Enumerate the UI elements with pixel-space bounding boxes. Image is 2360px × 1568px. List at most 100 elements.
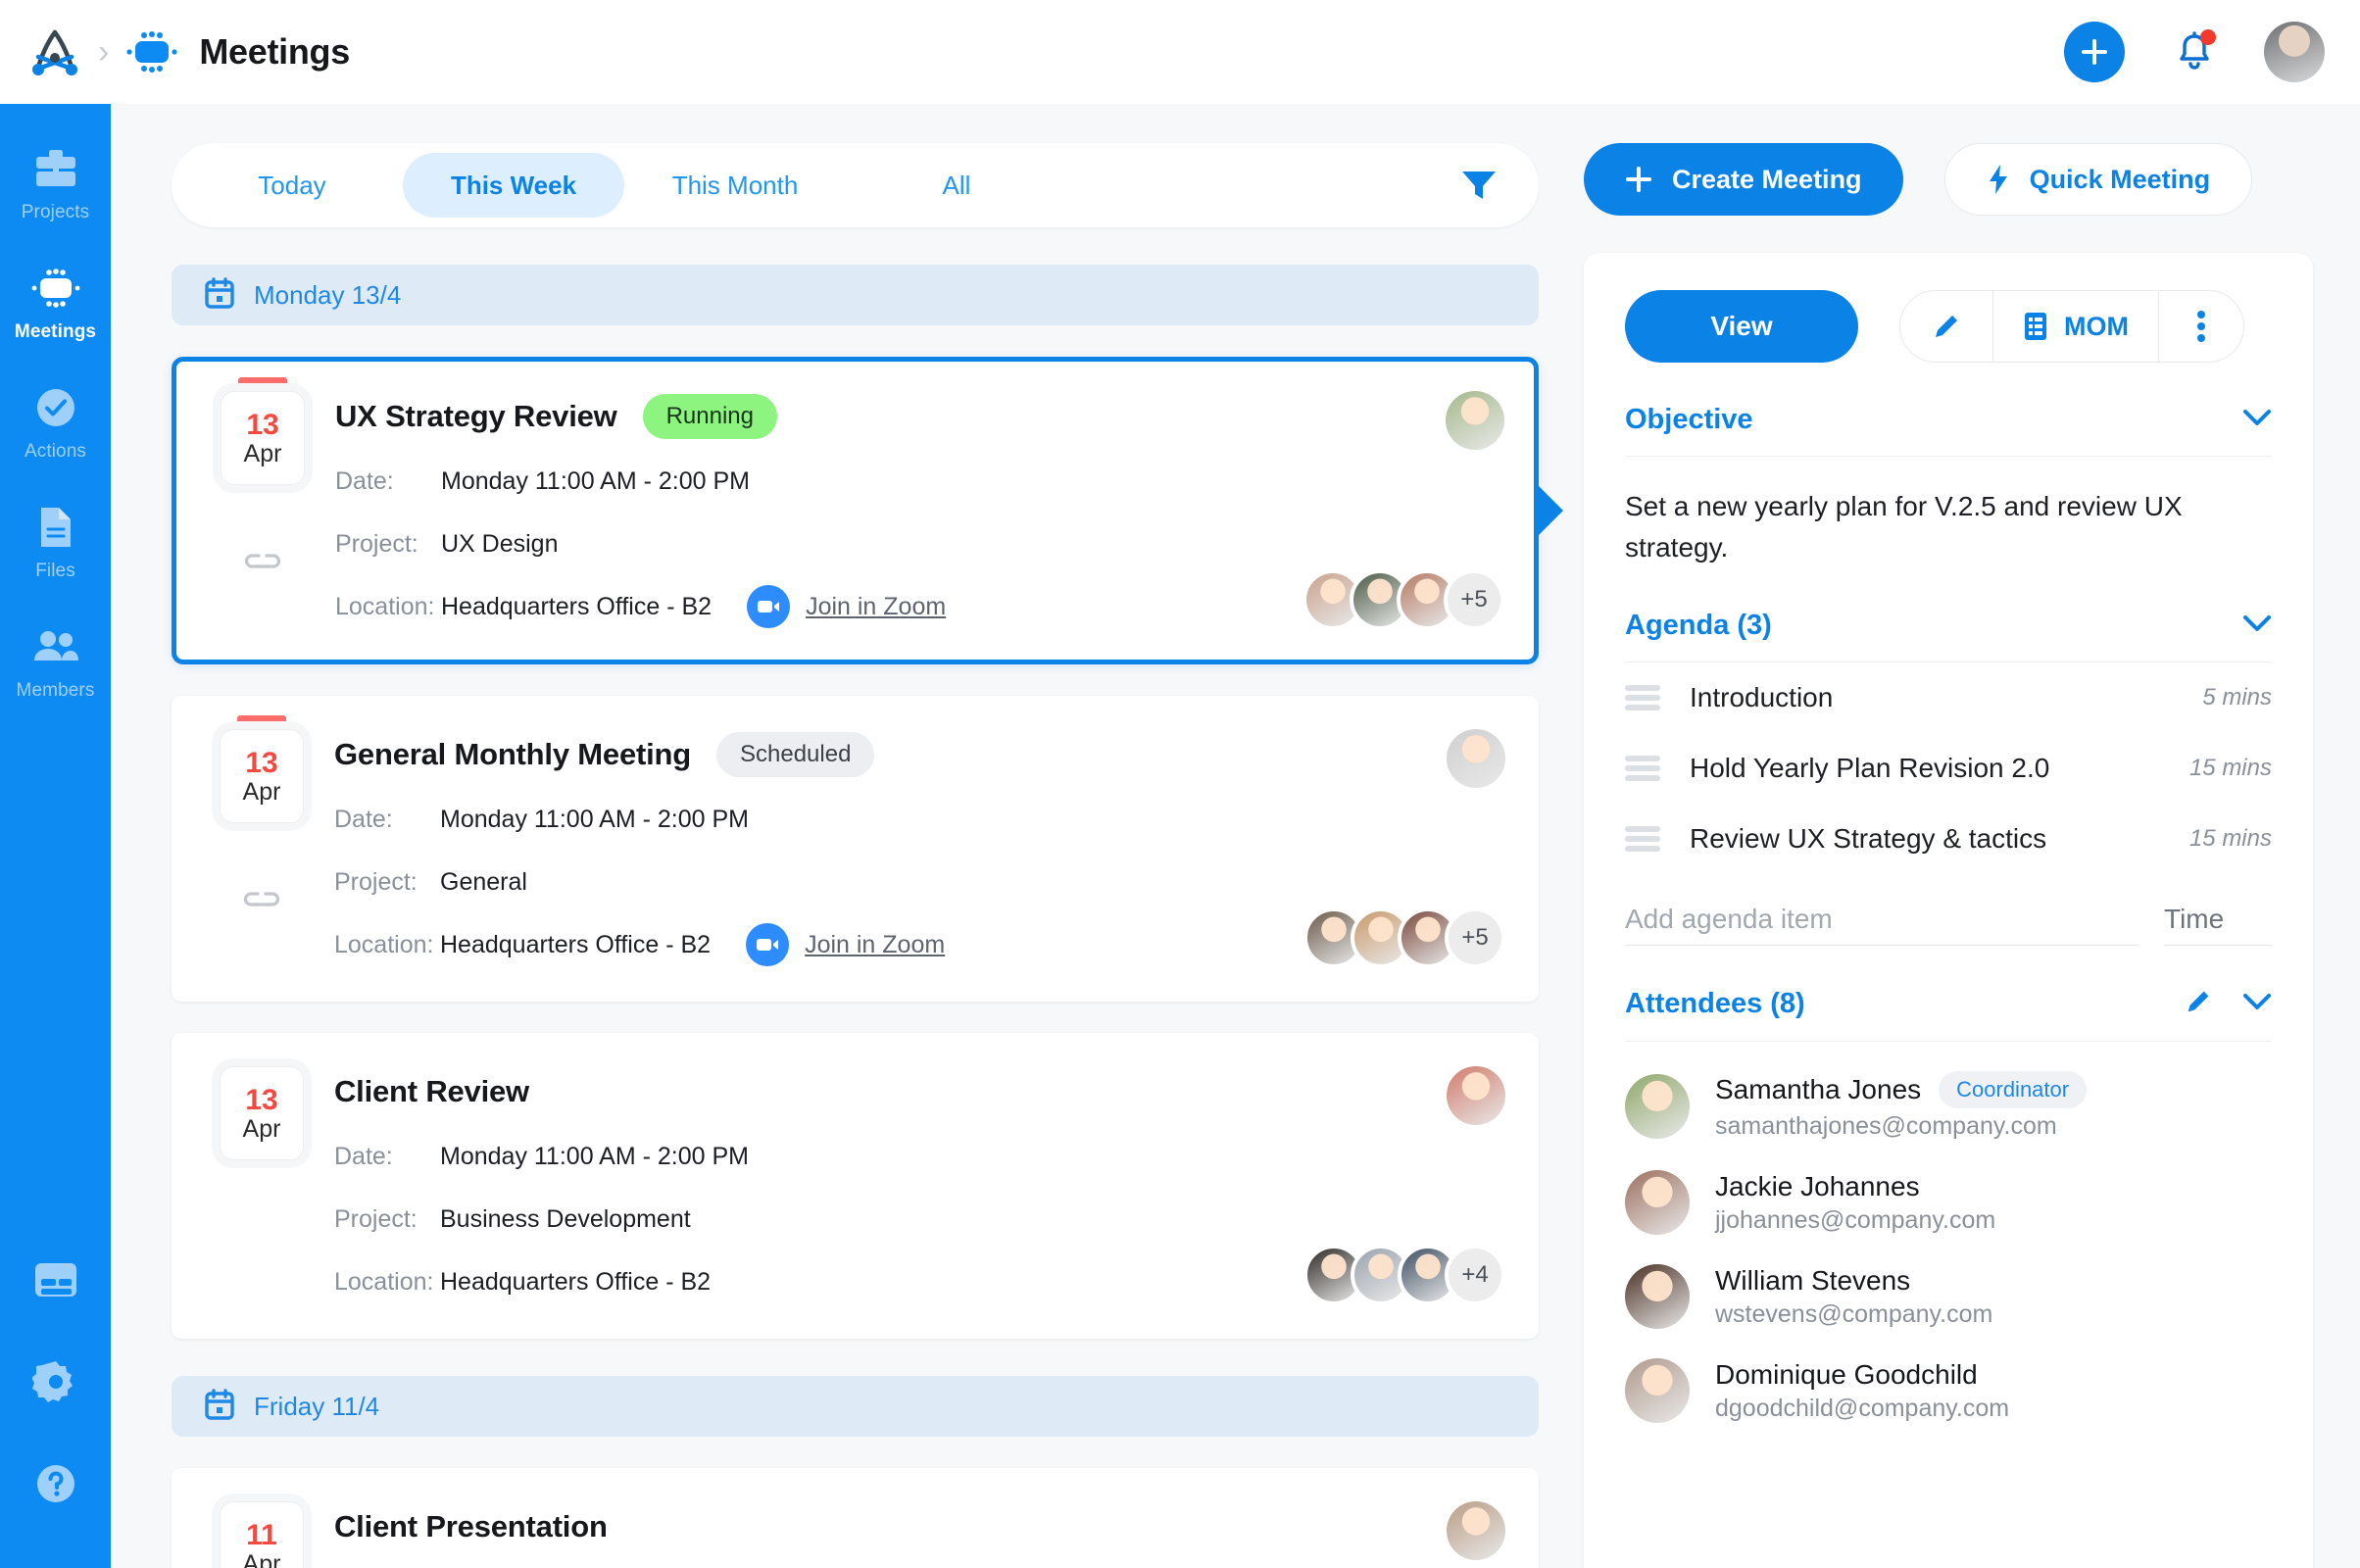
meeting-owner-avatar[interactable]: [1446, 391, 1504, 450]
date-day: 11: [246, 1521, 277, 1550]
project-value: Business Development: [440, 1205, 691, 1234]
help-icon[interactable]: [30, 1458, 81, 1509]
attendee-name: William Stevens: [1715, 1265, 1910, 1297]
sidebar-item-projects[interactable]: Projects: [0, 137, 111, 229]
sidebar-item-label: Files: [35, 561, 75, 582]
view-button[interactable]: View: [1625, 290, 1858, 363]
lightning-icon: [1987, 164, 2010, 195]
attendee-row[interactable]: William Stevens wstevens@company.com: [1625, 1264, 2272, 1329]
meeting-title-row: Client Presentation: [334, 1501, 1182, 1552]
agenda-time-input[interactable]: [2164, 894, 2272, 946]
meeting-project-row: Project:UX Design: [335, 520, 1181, 567]
tab-this-month[interactable]: This Month: [624, 153, 846, 218]
sidebar-item-members[interactable]: Members: [0, 615, 111, 708]
detail-toolbar: View MOM: [1625, 290, 2272, 363]
location-label: Location:: [335, 593, 441, 621]
meeting-card[interactable]: 13AprGeneral Monthly MeetingScheduledDat…: [172, 696, 1539, 1002]
drag-handle-icon[interactable]: [1625, 756, 1660, 781]
gear-icon[interactable]: [30, 1356, 81, 1407]
tab-all[interactable]: All: [846, 153, 1067, 218]
card-icon[interactable]: [30, 1254, 81, 1305]
attendee-avatar: [1625, 1074, 1690, 1139]
edit-button[interactable]: [1900, 291, 1992, 362]
attendee-name-row: Samantha JonesCoordinator: [1715, 1071, 2087, 1108]
attendee-overflow-count[interactable]: +5: [1444, 569, 1504, 630]
more-options-button[interactable]: [2159, 291, 2243, 362]
attendee-email: dgoodchild@company.com: [1715, 1395, 2009, 1423]
attendees-section-header[interactable]: Attendees (8): [1625, 987, 2272, 1042]
date-badge: 13Apr: [221, 391, 305, 485]
attendees-tools: [2184, 987, 2272, 1021]
meeting-project-row: Project:General: [334, 858, 1182, 906]
meeting-owner-avatar[interactable]: [1447, 729, 1505, 788]
attendee-email: wstevens@company.com: [1715, 1300, 1992, 1329]
detail-tool-group: MOM: [1899, 290, 2244, 363]
chevron-down-icon[interactable]: [2242, 993, 2272, 1015]
link-icon[interactable]: [240, 878, 283, 921]
sidebar-item-files[interactable]: Files: [0, 496, 111, 588]
agenda-item[interactable]: Review UX Strategy & tactics 15 mins: [1625, 804, 2272, 874]
agenda-item[interactable]: Hold Yearly Plan Revision 2.015 mins: [1625, 733, 2272, 804]
create-meeting-button[interactable]: Create Meeting: [1584, 143, 1903, 216]
attendee-name-row: William Stevens: [1715, 1265, 1992, 1297]
attendee-row[interactable]: Dominique Goodchilddgoodchild@company.co…: [1625, 1358, 2272, 1423]
meeting-title-row: General Monthly MeetingScheduled: [334, 729, 1182, 780]
sidebar-item-actions[interactable]: Actions: [0, 376, 111, 468]
tab-today[interactable]: Today: [181, 153, 403, 218]
detail-action-row: Create Meeting Quick Meeting: [1584, 143, 2313, 216]
pencil-icon[interactable]: [2184, 987, 2213, 1021]
tab-this-week[interactable]: This Week: [403, 153, 624, 218]
attendee-row[interactable]: Jackie Johannesjjohannes@company.com: [1625, 1170, 2272, 1235]
pencil-icon: [1931, 311, 1962, 342]
attendee-row[interactable]: Samantha JonesCoordinatorsamanthajones@c…: [1625, 1071, 2272, 1141]
date-label: Date:: [335, 467, 441, 496]
notifications-button[interactable]: [2170, 27, 2219, 76]
objective-title: Objective: [1625, 404, 1753, 436]
agenda-item[interactable]: Introduction5 mins: [1625, 662, 2272, 733]
create-meeting-label: Create Meeting: [1672, 165, 1862, 195]
avatar[interactable]: [2264, 22, 2325, 82]
agenda-item-time: 15 mins: [2189, 825, 2272, 853]
three-dots-icon: [2196, 310, 2206, 343]
meeting-title-row: Client Review: [334, 1066, 1182, 1117]
logo-icon[interactable]: [27, 24, 82, 79]
quick-meeting-button[interactable]: Quick Meeting: [1944, 143, 2253, 216]
people-icon: [30, 621, 81, 672]
meeting-card[interactable]: 13AprClient ReviewDate:Monday 11:00 AM -…: [172, 1033, 1539, 1339]
zoom-camera-icon: [746, 923, 789, 966]
sidebar-item-meetings[interactable]: Meetings: [0, 257, 111, 349]
mom-button[interactable]: MOM: [1993, 291, 2158, 362]
attendee-name: Samantha Jones: [1715, 1074, 1921, 1105]
attendee-overflow-count[interactable]: +5: [1445, 907, 1505, 968]
attendee-name: Jackie Johannes: [1715, 1171, 1920, 1202]
location-value: Headquarters Office - B2: [440, 1268, 711, 1297]
drag-handle-icon[interactable]: [1625, 826, 1660, 852]
attendees-title: Attendees (8): [1625, 988, 1805, 1020]
breadcrumb-separator: ›: [98, 35, 109, 69]
top-header: › Meetings: [0, 0, 2360, 104]
meeting-body: General Monthly MeetingScheduledDate:Mon…: [313, 729, 1182, 968]
attendee-overflow-count[interactable]: +4: [1445, 1245, 1505, 1305]
meeting-owner-avatar[interactable]: [1447, 1501, 1505, 1560]
agenda-section-header[interactable]: Agenda (3): [1625, 610, 2272, 662]
drag-handle-icon[interactable]: [1625, 685, 1660, 710]
join-zoom-link[interactable]: Join in Zoom: [746, 923, 945, 966]
agenda-list: Introduction5 minsHold Yearly Plan Revis…: [1625, 662, 2272, 874]
add-button[interactable]: [2064, 22, 2125, 82]
notification-dot: [2200, 29, 2216, 45]
filter-icon[interactable]: [1450, 157, 1507, 214]
link-icon[interactable]: [241, 540, 284, 583]
date-badge: 11Apr: [220, 1501, 304, 1568]
attendee-info: William Stevens wstevens@company.com: [1715, 1265, 1992, 1329]
objective-section-header[interactable]: Objective: [1625, 404, 2272, 457]
join-zoom-link[interactable]: Join in Zoom: [747, 585, 946, 628]
meeting-owner-avatar[interactable]: [1447, 1066, 1505, 1125]
meeting-card[interactable]: 13AprUX Strategy ReviewRunningDate:Monda…: [172, 357, 1539, 664]
meeting-card[interactable]: 11AprClient PresentationDate:Friday 11:0…: [172, 1468, 1539, 1568]
chevron-down-icon[interactable]: [2242, 409, 2272, 431]
agenda-item-name: Review UX Strategy & tactics: [1690, 823, 2046, 855]
meeting-date-block: 13Apr: [212, 391, 314, 630]
add-agenda-input[interactable]: [1625, 894, 2139, 946]
meeting-project-row: Project:Business Development: [334, 1196, 1182, 1243]
chevron-down-icon[interactable]: [2242, 614, 2272, 637]
